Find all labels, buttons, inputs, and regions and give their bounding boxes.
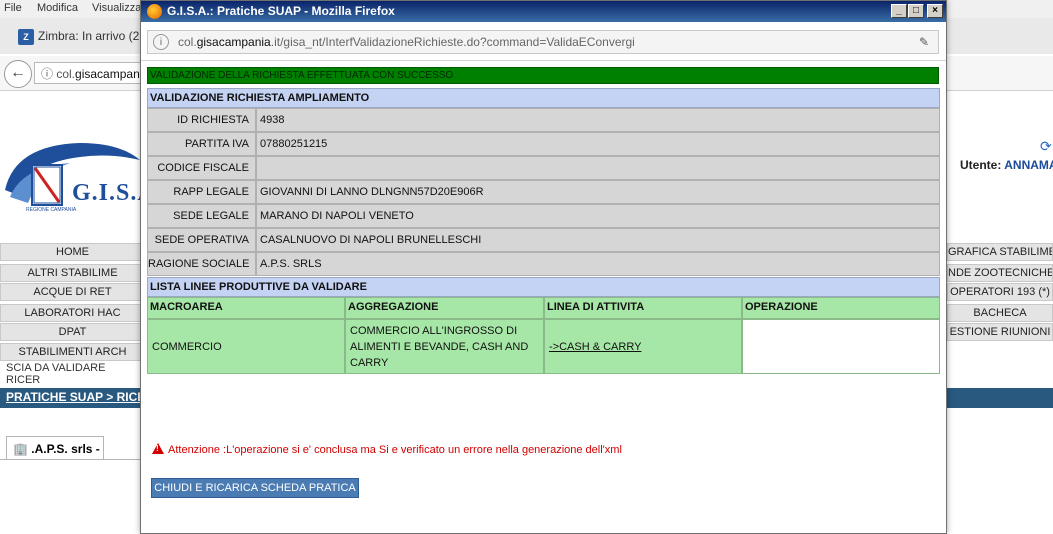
success-message: VALIDAZIONE DELLA RICHIESTA EFFETTUATA C…	[147, 67, 939, 84]
lines-title: LISTA LINEE PRODUTTIVE DA VALIDARE	[147, 277, 940, 297]
column-header-linea-di-attivita: LINEA DI ATTIVITA	[544, 297, 742, 319]
user-label: Utente:	[960, 158, 1002, 172]
background-url-prefix: col.	[56, 67, 76, 81]
info-icon: ⓘ	[41, 67, 57, 81]
column-header-operazione: OPERAZIONE	[742, 297, 940, 319]
breadcrumb-separator: >	[106, 390, 114, 404]
browser-tab-zimbra[interactable]: Z Zimbra: In arrivo (25	[18, 24, 148, 48]
popup-url-prefix: col.	[178, 35, 197, 49]
minimize-icon[interactable]: _	[891, 4, 907, 18]
cell-linea-di-attivita: ->CASH & CARRY	[544, 319, 742, 374]
cell-operazione	[742, 319, 940, 374]
popup-url-path: .it/gisa_nt/InterfValidazioneRichieste.d…	[270, 35, 635, 49]
zimbra-icon: Z	[18, 28, 34, 45]
field-label-codice-fiscale: CODICE FISCALE	[147, 156, 256, 180]
menu-aziende-zootecniche[interactable]: NDE ZOOTECNICHE (*	[947, 264, 1053, 282]
info-icon[interactable]: i	[153, 34, 169, 50]
menu-home[interactable]: HOME	[0, 243, 145, 261]
column-header-aggregazione: AGGREGAZIONE	[345, 297, 544, 319]
logo-subtext: REGIONE CAMPANIA	[26, 207, 77, 213]
menu-gestione-riunioni[interactable]: ESTIONE RIUNIONI	[947, 323, 1053, 341]
cell-aggregazione: COMMERCIO ALL'INGROSSO DI ALIMENTI E BEV…	[345, 319, 544, 374]
menu-acque-di-rete[interactable]: ACQUE DI RET	[0, 283, 145, 301]
popup-titlebar: G.I.S.A.: Pratiche SUAP - Mozilla Firefo…	[141, 1, 946, 22]
field-label-ragione-sociale: RAGIONE SOCIALE	[147, 252, 256, 276]
field-label-sede-operativa: SEDE OPERATIVA	[147, 228, 256, 252]
field-value-sede-legale: MARANO DI NAPOLI VENETO	[256, 204, 940, 228]
firefox-icon	[147, 4, 162, 19]
subtab-ricerca[interactable]: RICER	[6, 374, 40, 386]
menu-altri-stabilimenti[interactable]: ALTRI STABILIME	[0, 264, 145, 282]
link-cash-and-carry[interactable]: ->CASH & CARRY	[549, 341, 641, 353]
page-tab[interactable]: 🏢 .A.P.S. srls -	[6, 436, 104, 460]
field-value-id-richiesta: 4938	[256, 108, 940, 132]
popup-divider	[141, 60, 946, 61]
page-tool-icon[interactable]: ✎	[916, 34, 932, 50]
warning-icon	[152, 443, 164, 454]
subtabs: SCIA DA VALIDARE RICER	[0, 362, 145, 386]
breadcrumb: PRATICHE SUAP > RICER	[6, 390, 154, 404]
menu-dpat[interactable]: DPAT	[0, 323, 145, 341]
user-name[interactable]: ANNAMA	[1004, 158, 1053, 172]
close-and-reload-button[interactable]: CHIUDI E RICARICA SCHEDA PRATICA	[151, 478, 359, 498]
menu-operatori-193[interactable]: OPERATORI 193 (*)	[947, 283, 1053, 301]
menu-stabilimenti-archiviati[interactable]: STABILIMENTI ARCH	[0, 343, 145, 361]
field-value-sede-operativa: CASALNUOVO DI NAPOLI BRUNELLESCHI	[256, 228, 940, 252]
background-url-bar[interactable]: ⓘ col.gisacampania	[34, 62, 154, 84]
menu-file[interactable]: File	[4, 2, 22, 14]
field-label-partita-iva: PARTITA IVA	[147, 132, 256, 156]
close-icon[interactable]: ×	[927, 4, 943, 18]
page-tab-label: .A.P.S. srls -	[31, 442, 100, 456]
field-value-rapp-legale: GIOVANNI DI LANNO DLNGNN57D20E906R	[256, 180, 940, 204]
popup-url-bar[interactable]: i col.gisacampania.it/gisa_nt/InterfVali…	[147, 30, 939, 54]
field-value-partita-iva: 07880251215	[256, 132, 940, 156]
menu-laboratori-haccp[interactable]: LABORATORI HAC	[0, 304, 145, 322]
menu-bacheca[interactable]: BACHECA	[947, 304, 1053, 322]
popup-title: G.I.S.A.: Pratiche SUAP - Mozilla Firefo…	[167, 4, 395, 18]
column-header-macroarea: MACROAREA	[147, 297, 345, 319]
field-label-rapp-legale: RAPP LEGALE	[147, 180, 256, 204]
maximize-icon[interactable]: □	[908, 4, 924, 18]
warning-message: Attenzione :L'operazione si e' conclusa …	[152, 442, 622, 456]
user-info: Utente: ANNAMA	[960, 158, 1053, 172]
menu-modifica[interactable]: Modifica	[37, 2, 78, 14]
field-label-sede-legale: SEDE LEGALE	[147, 204, 256, 228]
cell-macroarea: COMMERCIO	[147, 319, 345, 374]
refresh-icon[interactable]: ⟳	[1040, 138, 1052, 155]
building-icon: 🏢	[13, 442, 28, 456]
menu-anagrafica-stabilimenti[interactable]: GRAFICA STABILIMEN	[947, 243, 1053, 261]
browser-tab-label: Zimbra: In arrivo (25	[38, 29, 147, 43]
subtab-scia-da-validare[interactable]: SCIA DA VALIDARE	[6, 362, 105, 374]
back-arrow-icon[interactable]: ←	[4, 60, 32, 88]
field-value-ragione-sociale: A.P.S. SRLS	[256, 252, 940, 276]
warning-text: Attenzione :L'operazione si e' conclusa …	[168, 444, 622, 456]
field-label-id-richiesta: ID RICHIESTA	[147, 108, 256, 132]
field-value-codice-fiscale	[256, 156, 940, 180]
menu-visualizza[interactable]: Visualizza	[92, 2, 141, 14]
content-divider	[0, 459, 145, 460]
popup-url-domain: gisacampania	[196, 35, 271, 49]
breadcrumb-pratiche-suap[interactable]: PRATICHE SUAP	[6, 390, 103, 404]
section-title: VALIDAZIONE RICHIESTA AMPLIAMENTO	[147, 88, 940, 108]
background-url-domain: gisacampania	[75, 67, 150, 81]
